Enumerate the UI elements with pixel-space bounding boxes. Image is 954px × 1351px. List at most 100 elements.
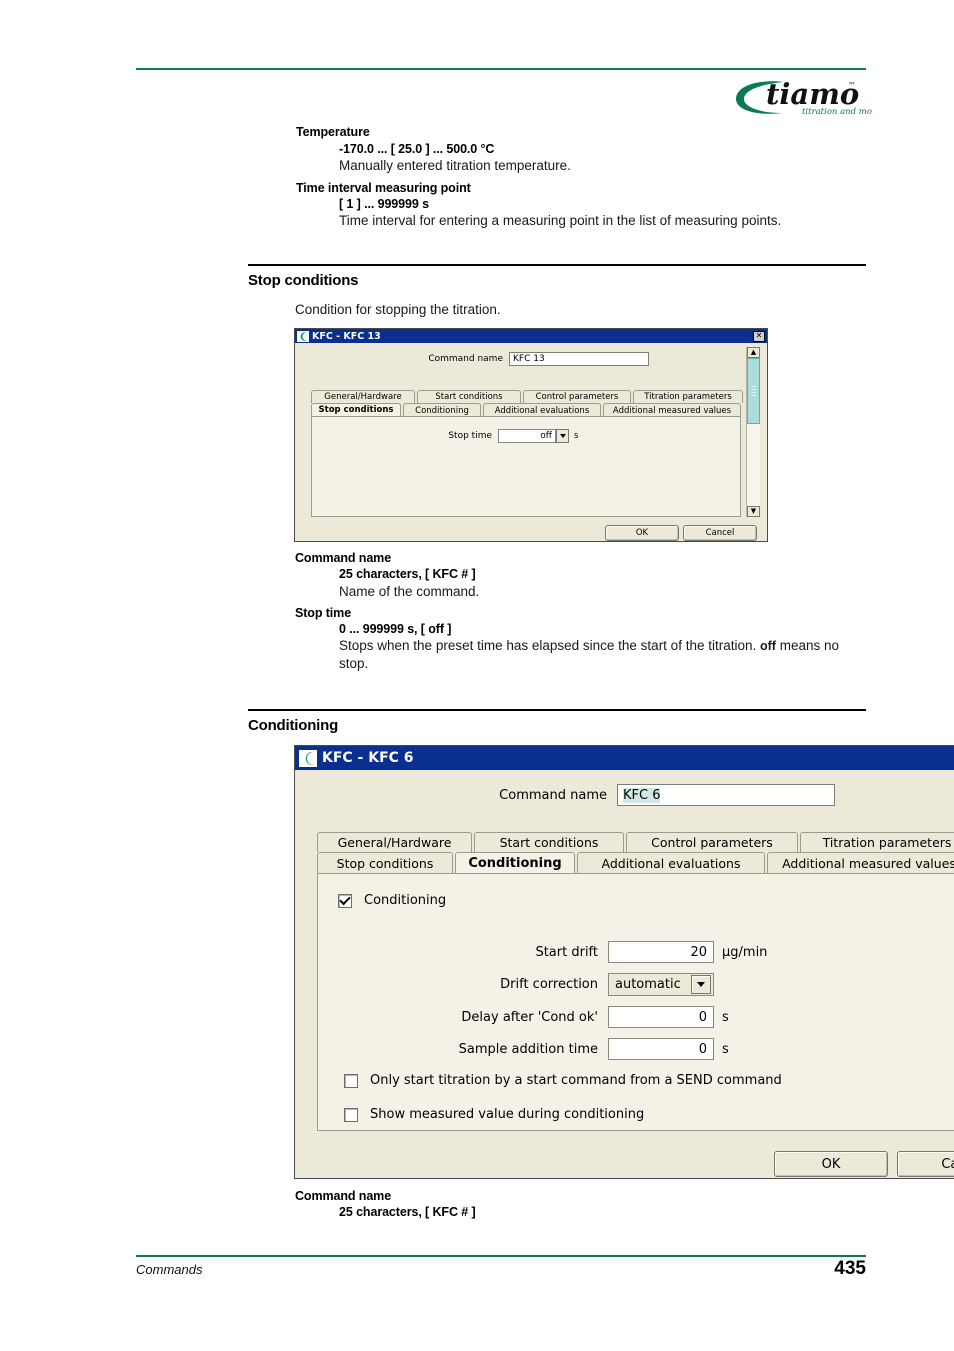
tab-general-hardware-2[interactable]: General/Hardware — [317, 832, 472, 852]
tab-additional-evaluations-2[interactable]: Additional evaluations — [577, 852, 765, 874]
dialog2-tabs-row1[interactable]: General/Hardware Start conditions Contro… — [317, 832, 954, 852]
cancel-button[interactable]: Cancel — [683, 525, 757, 541]
ok-button-2[interactable]: OK — [774, 1151, 888, 1177]
delay-after-cond-ok-label: Delay after 'Cond ok' — [461, 1009, 598, 1025]
scrollbar-track[interactable] — [747, 424, 760, 506]
stop-conditions-intro: Condition for stopping the titration. — [295, 302, 501, 317]
sample-addition-time-input[interactable]: 0 — [608, 1038, 714, 1060]
start-drift-row: Start drift 20 µg/min — [458, 941, 767, 963]
command-name-label: Command name — [428, 354, 503, 364]
tab-conditioning[interactable]: Conditioning — [403, 403, 481, 417]
desc-stop-time-part1: Stops when the preset time has elapsed s… — [339, 638, 760, 653]
drift-correction-value: automatic — [615, 977, 681, 992]
tab-titration-parameters[interactable]: Titration parameters — [633, 390, 743, 403]
desc-time-interval: Time interval for entering a measuring p… — [339, 213, 782, 228]
term-command-name-2: Command name — [295, 1189, 392, 1203]
dialog2-body: Command name KFC 6 General/Hardware Star… — [295, 770, 954, 1178]
range-time-interval: [ 1 ] ... 999999 s — [339, 197, 429, 211]
tab-stop-conditions-2[interactable]: Stop conditions — [317, 852, 453, 874]
section-stop-conditions: Stop conditions — [248, 264, 866, 289]
chevron-down-icon-2 — [697, 982, 705, 987]
start-drift-unit: µg/min — [722, 944, 768, 960]
show-measured-value-checkbox[interactable] — [344, 1107, 358, 1122]
command-name-input[interactable]: KFC 13 — [509, 352, 649, 366]
stop-time-dropdown-icon[interactable] — [556, 429, 569, 443]
desc-temperature: Manually entered titration temperature. — [339, 158, 571, 173]
sample-addition-time-label: Sample addition time — [458, 1041, 598, 1057]
dialog1-tabs-row1[interactable]: General/Hardware Start conditions Contro… — [311, 390, 745, 403]
scroll-down-arrow-icon[interactable]: ▼ — [747, 506, 760, 517]
delay-after-cond-ok-unit: s — [722, 1009, 729, 1025]
conditioning-checkbox[interactable] — [338, 893, 352, 908]
drift-correction-select[interactable]: automatic — [608, 973, 714, 996]
dialog-kfc-6[interactable]: KFC - KFC 6 Command name KFC 6 General/H… — [294, 745, 954, 1179]
kfc-app-icon-2 — [299, 749, 317, 767]
command-name-input-2[interactable]: KFC 6 — [617, 784, 835, 806]
only-start-titration-row[interactable]: Only start titration by a start command … — [344, 1073, 782, 1088]
svg-text:™: ™ — [848, 81, 856, 90]
only-start-titration-checkbox[interactable] — [344, 1073, 358, 1088]
stop-time-input[interactable]: off — [498, 429, 556, 443]
tab-control-parameters[interactable]: Control parameters — [523, 390, 631, 403]
dialog1-body: Command name KFC 13 General/Hardware Sta… — [295, 343, 767, 541]
tab-titration-parameters-2[interactable]: Titration parameters — [800, 832, 954, 852]
dialog2-command-name-row: Command name KFC 6 — [471, 784, 835, 806]
dialog1-tabpanel: Stop time off s — [311, 416, 741, 517]
drift-correction-dropdown-icon[interactable] — [691, 975, 711, 994]
conditioning-checkbox-row[interactable]: Conditioning — [338, 893, 446, 908]
footer-rule — [136, 1255, 866, 1257]
stop-time-label: Stop time — [448, 431, 492, 441]
tab-general-hardware[interactable]: General/Hardware — [311, 390, 415, 403]
close-icon[interactable]: ✕ — [753, 330, 765, 342]
dialog1-title: KFC - KFC 13 — [312, 330, 381, 342]
cancel-button-2[interactable]: Can — [897, 1151, 954, 1177]
svg-text:tiamo: tiamo — [766, 77, 859, 111]
tiamo-logo: tiamo ™ titration and more — [722, 72, 872, 122]
drift-correction-label: Drift correction — [500, 977, 598, 992]
section-title-2: Conditioning — [248, 716, 339, 734]
start-drift-label: Start drift — [535, 944, 598, 960]
delay-after-cond-ok-input[interactable]: 0 — [608, 1006, 714, 1028]
range-stop-time: 0 ... 999999 s, [ off ] — [339, 622, 452, 636]
desc-stop-time-bold: off — [760, 639, 776, 653]
tab-additional-measured-values-2[interactable]: Additional measured values — [767, 852, 954, 874]
scroll-up-arrow-icon[interactable]: ▲ — [747, 347, 760, 358]
drift-correction-row: Drift correction automatic — [458, 973, 714, 996]
sample-addition-time-row: Sample addition time 0 s — [458, 1038, 729, 1060]
term-command-name-1: Command name — [295, 551, 392, 565]
tab-start-conditions[interactable]: Start conditions — [417, 390, 521, 403]
dialog2-tabs-row2[interactable]: Stop conditions Conditioning Additional … — [317, 852, 954, 874]
range-temperature: -170.0 ... [ 25.0 ] ... 500.0 °C — [339, 142, 495, 156]
stop-time-row: Stop time off s — [434, 429, 578, 443]
section-conditioning: Conditioning — [248, 709, 866, 734]
range-command-name-2: 25 characters, [ KFC # ] — [339, 1205, 476, 1219]
only-start-titration-label: Only start titration by a start command … — [370, 1073, 782, 1088]
show-measured-value-label: Show measured value during conditioning — [370, 1107, 645, 1122]
tab-additional-evaluations[interactable]: Additional evaluations — [483, 403, 601, 417]
dialog1-titlebar[interactable]: KFC - KFC 13 ✕ — [295, 329, 767, 343]
conditioning-checkbox-label: Conditioning — [364, 893, 447, 908]
command-name-value-2: KFC 6 — [623, 787, 661, 803]
tab-start-conditions-2[interactable]: Start conditions — [474, 832, 624, 852]
scrollbar-thumb[interactable] — [747, 358, 760, 424]
dialog2-titlebar[interactable]: KFC - KFC 6 — [295, 746, 954, 770]
ok-button[interactable]: OK — [605, 525, 679, 541]
tab-control-parameters-2[interactable]: Control parameters — [626, 832, 798, 852]
desc-command-name-1: Name of the command. — [339, 584, 480, 599]
dialog1-command-name-row: Command name KFC 13 — [407, 352, 649, 366]
start-drift-input[interactable]: 20 — [608, 941, 714, 963]
tab-additional-measured-values[interactable]: Additional measured values — [603, 403, 741, 417]
sample-addition-time-unit: s — [722, 1041, 729, 1057]
svg-text:titration and more: titration and more — [802, 107, 872, 117]
dialog2-tabpanel: Conditioning Start drift 20 µg/min Drift… — [317, 873, 954, 1131]
range-command-name-1: 25 characters, [ KFC # ] — [339, 567, 476, 581]
dialog1-tabs-row2[interactable]: Stop conditions Conditioning Additional … — [311, 403, 743, 417]
kfc-app-icon — [297, 330, 309, 342]
scrollbar-grip — [751, 386, 756, 396]
dialog1-vertical-scrollbar[interactable]: ▲ ▼ — [746, 347, 760, 517]
tab-conditioning-2[interactable]: Conditioning — [455, 852, 575, 874]
tab-stop-conditions[interactable]: Stop conditions — [311, 403, 401, 417]
dialog-kfc-13[interactable]: KFC - KFC 13 ✕ Command name KFC 13 Gener… — [294, 328, 768, 542]
header-rule — [136, 68, 866, 70]
show-measured-value-row[interactable]: Show measured value during conditioning — [344, 1107, 644, 1122]
